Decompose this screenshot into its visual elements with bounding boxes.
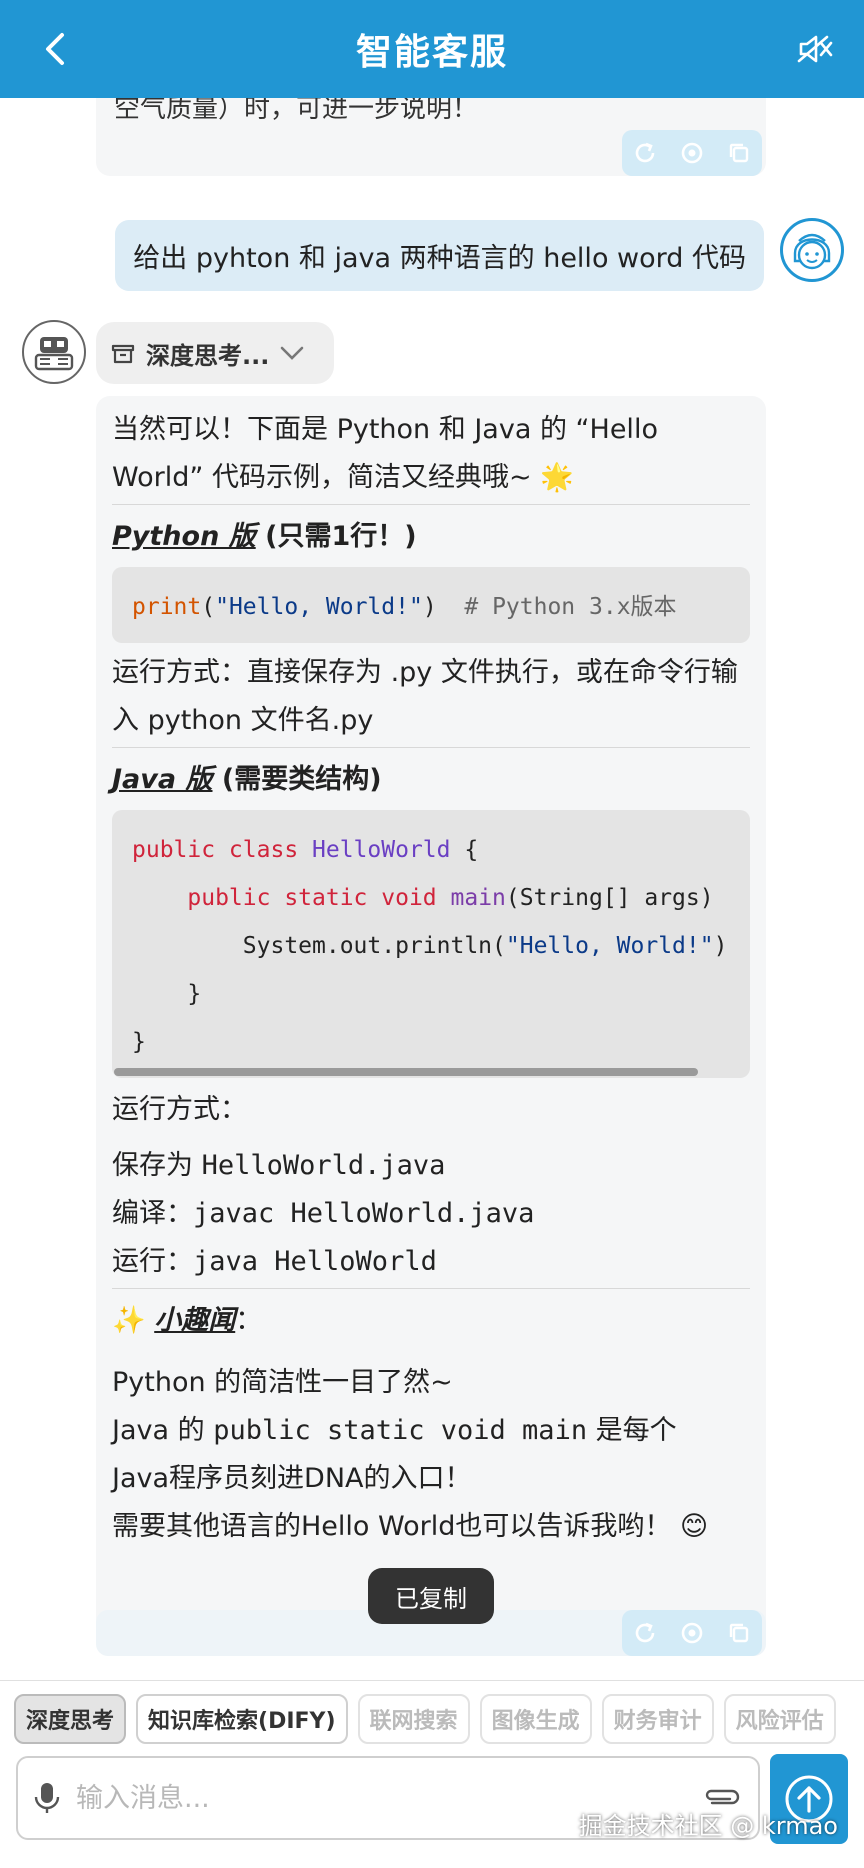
- python-title-emphasis: Python 版: [112, 521, 256, 552]
- code-token: (: [201, 594, 216, 620]
- step-code: java HelloWorld: [193, 1246, 437, 1277]
- copy-button[interactable]: [725, 1619, 753, 1647]
- java-step: 保存为 HelloWorld.java: [112, 1142, 750, 1190]
- python-title-note: (只需1行！): [265, 521, 417, 552]
- java-title-note: (需要类结构): [221, 764, 382, 795]
- step-code: javac HelloWorld.java: [193, 1198, 535, 1229]
- fun-line: Java程序员刻进DNA的入口！: [112, 1463, 472, 1494]
- fun-code: public static void main: [213, 1415, 588, 1446]
- bot-answer: 当然可以！下面是 Python 和 Java 的 “Hello World” 代…: [96, 396, 766, 1632]
- fun-text: 是每个: [587, 1415, 677, 1446]
- fun-title-colon: ：: [235, 1305, 263, 1336]
- speak-button[interactable]: [678, 139, 706, 167]
- previous-bubble-text: 空气质量）时，可进一步说明！: [114, 98, 479, 124]
- code-token: print: [132, 594, 202, 620]
- copy-icon: [729, 143, 748, 163]
- code-line: }: [132, 981, 202, 1007]
- java-step: 编译：javac HelloWorld.java: [112, 1190, 750, 1238]
- answer-intro: 当然可以！下面是 Python 和 Java 的 “Hello World” 代…: [112, 414, 658, 493]
- back-button[interactable]: [30, 24, 80, 74]
- python-code-block[interactable]: print("Hello, World!") # Python 3.x版本: [112, 567, 750, 643]
- code-token: public static void: [187, 885, 451, 911]
- fun-fact-title: ✨ 小趣闻：: [112, 1291, 750, 1351]
- copy-icon: [729, 1623, 748, 1643]
- python-run-instructions: 运行方式：直接保存为 .py 文件执行，或在命令行输入 python 文件名.p…: [112, 657, 738, 736]
- tool-image-gen[interactable]: 图像生成: [479, 1693, 592, 1744]
- mute-button[interactable]: [790, 24, 840, 74]
- mic-icon[interactable]: [34, 1781, 60, 1815]
- code-token: "Hello, World!": [215, 594, 423, 620]
- previous-message-actions: [622, 130, 762, 176]
- mute-speaker-icon: [797, 35, 833, 63]
- feature-toolbar: 深度思考 知识库检索(DIFY) 联网搜索 图像生成 财务审计 风险评估: [0, 1680, 864, 1756]
- refresh-icon: [636, 142, 655, 163]
- fun-text: Java 的: [112, 1415, 214, 1446]
- step-label: 编译：: [112, 1198, 193, 1229]
- code-token: {: [450, 837, 479, 863]
- back-chevron-icon: [46, 33, 64, 65]
- chat-area[interactable]: 空气质量）时，可进一步说明！ 给出 pyhton 和 java 两种语言的 he…: [0, 98, 864, 1678]
- regenerate-button[interactable]: [631, 139, 659, 167]
- answer-actions: [622, 1610, 762, 1656]
- java-steps: 保存为 HelloWorld.java 编译：javac HelloWorld.…: [112, 1142, 750, 1286]
- girl-avatar-icon: [793, 233, 831, 270]
- java-section-title: Java 版 (需要类结构): [112, 750, 750, 810]
- tool-deep-think[interactable]: 深度思考: [14, 1693, 127, 1744]
- copied-toast: 已复制: [368, 1568, 494, 1624]
- tool-web-search[interactable]: 联网搜索: [357, 1693, 470, 1744]
- code-token: public class: [132, 837, 313, 863]
- watermark: 掘金技术社区 @ krmao: [578, 1812, 838, 1840]
- copy-button[interactable]: [725, 139, 753, 167]
- java-title-emphasis: Java 版: [112, 764, 213, 795]
- bot-avatar: [22, 320, 86, 384]
- box-icon: [111, 344, 135, 364]
- code-token: (String[] args): [505, 885, 714, 911]
- code-line: }: [132, 1029, 146, 1055]
- fun-title-text: 小趣闻: [154, 1305, 236, 1336]
- divider: [112, 1288, 750, 1289]
- sparkle-icon: ✨: [112, 1305, 146, 1336]
- code-token: ): [422, 594, 437, 620]
- code-token: System.out.println(: [242, 933, 506, 959]
- fun-fact-body: Python 的简洁性一目了然~ Java 的 public static vo…: [112, 1359, 750, 1551]
- code-scrollbar[interactable]: [114, 1068, 698, 1076]
- divider: [112, 504, 750, 505]
- fun-line: 需要其他语言的Hello World也可以告诉我哟！ 😊: [112, 1511, 709, 1542]
- regenerate-button[interactable]: [631, 1619, 659, 1647]
- robot-icon: [34, 337, 74, 371]
- user-avatar: [780, 218, 844, 282]
- app-header: 智能客服: [0, 0, 864, 98]
- deep-think-toggle[interactable]: 深度思考...: [96, 322, 334, 384]
- java-run-label: 运行方式：: [112, 1094, 247, 1125]
- speak-button[interactable]: [678, 1619, 706, 1647]
- deep-think-label: 深度思考...: [146, 341, 270, 370]
- tool-finance-audit[interactable]: 财务审计: [601, 1693, 714, 1744]
- tool-knowledge-search[interactable]: 知识库检索(DIFY): [136, 1693, 348, 1744]
- target-icon: [681, 142, 703, 164]
- code-comment: # Python 3.x版本: [436, 594, 677, 620]
- code-token: HelloWorld: [312, 837, 451, 863]
- fun-line: Python 的简洁性一目了然~: [112, 1367, 453, 1398]
- step-label: 保存为: [112, 1150, 202, 1181]
- python-section-title: Python 版 (只需1行！): [112, 507, 750, 567]
- code-token: "Hello, World!": [505, 933, 714, 959]
- chevron-down-icon: [281, 346, 304, 360]
- code-token: ): [713, 933, 728, 959]
- step-code: HelloWorld.java: [201, 1150, 446, 1181]
- tool-risk-assessment[interactable]: 风险评估: [723, 1693, 836, 1744]
- java-code-block[interactable]: public class HelloWorld { public static …: [112, 810, 750, 1078]
- divider: [112, 747, 750, 748]
- code-token: main: [450, 885, 506, 911]
- page-title: 智能客服: [355, 32, 508, 73]
- step-label: 运行：: [112, 1246, 193, 1277]
- refresh-icon: [636, 1622, 655, 1643]
- java-step: 运行：java HelloWorld: [112, 1238, 750, 1286]
- fun-line: Java 的 public static void main 是每个: [112, 1407, 750, 1455]
- user-message: 给出 pyhton 和 java 两种语言的 hello word 代码: [115, 220, 764, 291]
- target-icon: [681, 1622, 703, 1644]
